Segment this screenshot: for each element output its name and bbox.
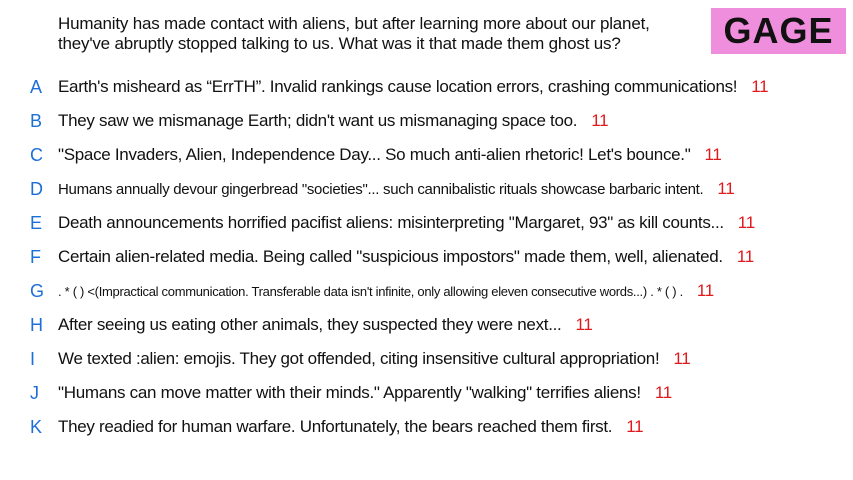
answer-text-content: They readied for human warfare. Unfortun… bbox=[58, 417, 613, 436]
answer-letter: C bbox=[30, 144, 43, 165]
answer-row-h[interactable]: H After seeing us eating other animals, … bbox=[0, 308, 853, 342]
answer-text: Humans annually devour gingerbread "soci… bbox=[58, 179, 735, 199]
answer-text-content: Death announcements horrified pacifist a… bbox=[58, 213, 724, 232]
answer-score: 11 bbox=[751, 77, 769, 96]
answer-letter: A bbox=[30, 76, 43, 97]
answer-score: 11 bbox=[737, 213, 755, 232]
answer-row-e[interactable]: E Death announcements horrified pacifist… bbox=[0, 206, 853, 240]
answer-letter: J bbox=[30, 382, 39, 403]
answer-text-content: Certain alien-related media. Being calle… bbox=[58, 247, 723, 266]
answer-row-i[interactable]: I We texted :alien: emojis. They got off… bbox=[0, 342, 853, 376]
answer-row-g[interactable]: G . * ( ) <(Impractical communication. T… bbox=[0, 274, 853, 308]
answer-text: They readied for human warfare. Unfortun… bbox=[58, 417, 644, 437]
answer-row-j[interactable]: J "Humans can move matter with their min… bbox=[0, 376, 853, 410]
answer-row-a[interactable]: A Earth's misheard as “ErrTH”. Invalid r… bbox=[0, 70, 853, 104]
answer-score: 11 bbox=[673, 349, 691, 368]
answer-score: 11 bbox=[591, 111, 609, 130]
answer-letter: H bbox=[30, 314, 43, 335]
answer-row-k[interactable]: K They readied for human warfare. Unfort… bbox=[0, 410, 853, 444]
answer-text-content: Humans annually devour gingerbread "soci… bbox=[58, 181, 704, 198]
answer-row-d[interactable]: D Humans annually devour gingerbread "so… bbox=[0, 172, 853, 206]
answer-letter: E bbox=[30, 212, 43, 233]
prompt-line-2: they've abruptly stopped talking to us. … bbox=[58, 34, 621, 53]
answer-text-content: . * ( ) <(Impractical communication. Tra… bbox=[58, 284, 683, 299]
answer-text: "Humans can move matter with their minds… bbox=[58, 383, 672, 403]
answer-text: Death announcements horrified pacifist a… bbox=[58, 213, 755, 233]
answer-text: After seeing us eating other animals, th… bbox=[58, 315, 593, 335]
answer-letter: D bbox=[30, 178, 43, 199]
prompt-line-1: Humanity has made contact with aliens, b… bbox=[58, 14, 650, 33]
answer-text: Earth's misheard as “ErrTH”. Invalid ran… bbox=[58, 77, 769, 97]
prompt-question: Humanity has made contact with aliens, b… bbox=[58, 14, 698, 54]
answer-text: . * ( ) <(Impractical communication. Tra… bbox=[58, 281, 714, 301]
answer-score: 11 bbox=[626, 417, 644, 436]
answer-text: They saw we mismanage Earth; didn't want… bbox=[58, 111, 609, 131]
answer-text: We texted :alien: emojis. They got offen… bbox=[58, 349, 691, 369]
answer-text: Certain alien-related media. Being calle… bbox=[58, 247, 754, 267]
player-name-badge: GAGE bbox=[711, 8, 846, 54]
answer-letter: G bbox=[30, 280, 45, 301]
answer-score: 11 bbox=[575, 315, 593, 334]
answer-score: 11 bbox=[654, 383, 672, 402]
answer-text-content: "Space Invaders, Alien, Independence Day… bbox=[58, 145, 691, 164]
answer-row-f[interactable]: F Certain alien-related media. Being cal… bbox=[0, 240, 853, 274]
answer-row-c[interactable]: C "Space Invaders, Alien, Independence D… bbox=[0, 138, 853, 172]
answer-text-content: Earth's misheard as “ErrTH”. Invalid ran… bbox=[58, 77, 738, 96]
answer-score: 11 bbox=[704, 145, 722, 164]
answer-letter: B bbox=[30, 110, 43, 131]
answer-letter: F bbox=[30, 246, 41, 267]
answer-score: 11 bbox=[696, 281, 714, 300]
answer-score: 11 bbox=[736, 247, 754, 266]
answer-text-content: We texted :alien: emojis. They got offen… bbox=[58, 349, 660, 368]
answer-row-b[interactable]: B They saw we mismanage Earth; didn't wa… bbox=[0, 104, 853, 138]
answer-text-content: They saw we mismanage Earth; didn't want… bbox=[58, 111, 578, 130]
answer-score: 11 bbox=[717, 179, 735, 198]
answer-text: "Space Invaders, Alien, Independence Day… bbox=[58, 145, 722, 165]
answer-text-content: After seeing us eating other animals, th… bbox=[58, 315, 562, 334]
answer-letter: K bbox=[30, 416, 43, 437]
answer-letter: I bbox=[30, 348, 36, 369]
answer-text-content: "Humans can move matter with their minds… bbox=[58, 383, 641, 402]
